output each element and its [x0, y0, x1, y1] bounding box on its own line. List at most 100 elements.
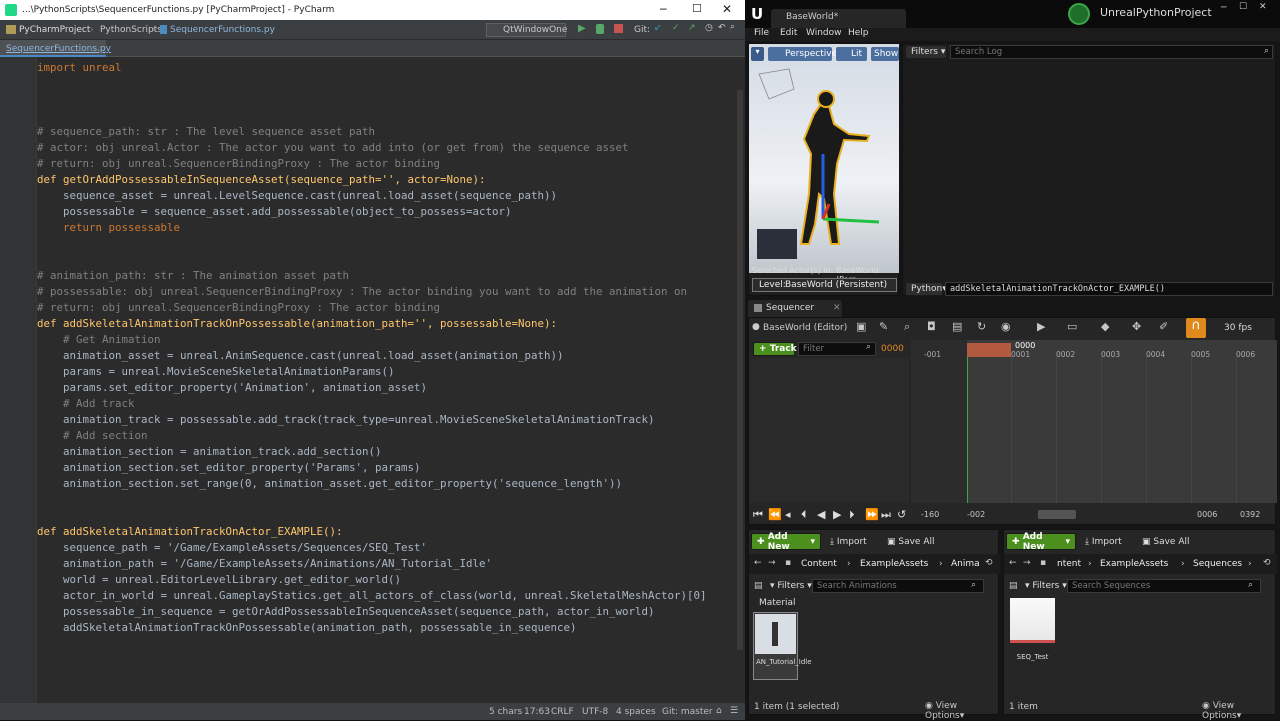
current-frame[interactable]: 0000 [881, 344, 904, 354]
run-icon[interactable]: ▶ [578, 23, 586, 34]
sequencer-close-icon[interactable]: ✕ [833, 303, 841, 313]
asset-search-input[interactable]: Search Animations [812, 579, 984, 593]
minimize-icon[interactable]: ─ [660, 3, 667, 16]
key-icon[interactable]: ◆ [1101, 320, 1109, 333]
code-line[interactable]: params.set_editor_property('Animation', … [37, 380, 427, 396]
import-button[interactable]: ⤓ Import [1080, 533, 1132, 550]
menu-file[interactable]: File [754, 28, 769, 38]
filters-button[interactable]: ▾ Filters ▾ [1020, 579, 1067, 593]
asset-tile-seq-test[interactable]: SEQ_Test [1010, 598, 1055, 661]
save-sequence-icon[interactable]: ▣ [856, 320, 866, 333]
edit-icon[interactable]: ✎ [879, 320, 888, 333]
status-encoding[interactable]: UTF-8 [582, 707, 608, 717]
forward-icon[interactable]: → [768, 558, 776, 568]
perspective-button[interactable]: Perspective [768, 47, 837, 61]
code-line[interactable]: animation_section.set_range(0, animation… [37, 476, 622, 492]
tree-toggle-icon[interactable]: ▤ [1009, 581, 1018, 591]
history-icon[interactable]: ◷ [705, 23, 713, 33]
loop-icon[interactable]: ↺ [897, 508, 906, 521]
code-line[interactable]: return possessable [37, 220, 180, 236]
jump-end-icon[interactable]: ⏭ [881, 508, 891, 522]
code-line[interactable]: # Add section [37, 428, 148, 444]
code-line[interactable]: def getOrAddPossessableInSequenceAsset(s… [37, 172, 486, 188]
viewport-options-icon[interactable]: ▾ [751, 47, 764, 61]
maximize-icon[interactable]: ☐ [692, 2, 702, 15]
ue-maximize-icon[interactable]: ☐ [1239, 2, 1247, 12]
forward-icon[interactable]: → [1023, 558, 1031, 568]
selection-icon[interactable]: ▭ [1067, 320, 1077, 333]
save-all-button[interactable]: ▣ Save All [1137, 533, 1197, 550]
back-icon[interactable]: ← [1009, 558, 1017, 568]
log-search-input[interactable]: Search Log [950, 45, 1273, 59]
menu-edit[interactable]: Edit [780, 28, 797, 38]
code-line[interactable]: def addSkeletalAnimationTrackOnPossessab… [37, 316, 557, 332]
breadcrumb-project[interactable]: PyCharmProject [19, 25, 90, 35]
level-tab[interactable]: BaseWorld* [771, 9, 906, 28]
code-line[interactable]: # return: obj unreal.SequencerBindingPro… [37, 300, 440, 316]
view-range-end[interactable]: 0392 [1240, 510, 1260, 519]
play-reverse-icon[interactable]: ◀ [817, 508, 825, 521]
code-line[interactable]: sequence_asset = unreal.LevelSequence.ca… [37, 188, 557, 204]
jump-prev-key-icon[interactable]: ⏪ [768, 508, 782, 521]
visibility-icon[interactable]: ◉ [1001, 320, 1011, 333]
menu-help[interactable]: Help [848, 28, 869, 38]
add-new-button[interactable]: ✚ Add New ▾ [751, 532, 821, 552]
asset-tile-an-tutorial-idle[interactable]: AN_Tutorial_Idle [753, 612, 812, 680]
code-line[interactable]: # possessable: obj unreal.SequencerBindi… [37, 284, 687, 300]
code-line[interactable]: addSkeletalAnimationTrackOnPossessable(a… [37, 620, 577, 636]
playback-range-start[interactable]: -002 [967, 510, 985, 519]
render-icon[interactable]: ▤ [952, 320, 962, 333]
ue-minimize-icon[interactable]: ─ [1221, 3, 1226, 13]
menu-window[interactable]: Window [806, 28, 842, 38]
code-line[interactable]: possessable_in_sequence = getOrAddPosses… [37, 604, 655, 620]
code-line[interactable]: animation_section = animation_track.add_… [37, 444, 382, 460]
world-context-label[interactable]: BaseWorld (Editor) [763, 323, 847, 333]
search-icon[interactable]: ⌕ [730, 22, 735, 32]
close-icon[interactable]: ✕ [722, 2, 732, 16]
import-button[interactable]: ⤓ Import [825, 533, 877, 550]
asset-search-input[interactable]: Search Sequences [1067, 579, 1261, 593]
code-line[interactable]: params = unreal.MovieSceneSkeletalAnimat… [37, 364, 395, 380]
code-line[interactable]: animation_track = possessable.add_track(… [37, 412, 655, 428]
step-forward-icon[interactable]: ⏵ [849, 508, 855, 522]
history-icon[interactable]: ⟲ [985, 558, 993, 568]
lock-icon[interactable]: ⌂ [716, 706, 722, 716]
curve-icon[interactable]: ✐ [1159, 320, 1168, 333]
code-line[interactable]: animation_section.set_editor_property('P… [37, 460, 421, 476]
code-line[interactable]: def addSkeletalAnimationTrackOnActor_EXA… [37, 524, 343, 540]
track-outliner[interactable] [749, 358, 909, 503]
fps-select[interactable]: 30 fps [1224, 323, 1252, 333]
play-icon[interactable]: ▶ [833, 508, 841, 521]
git-push-icon[interactable]: ↗ [688, 23, 696, 33]
path-sequences[interactable]: Sequences [1193, 559, 1242, 569]
code-line[interactable]: animation_path = '/Game/ExampleAssets/An… [37, 556, 492, 572]
code-line[interactable]: animation_asset = unreal.AnimSequence.ca… [37, 348, 564, 364]
code-line[interactable]: sequence_path = '/Game/ExampleAssets/Seq… [37, 540, 427, 556]
snap-icon[interactable]: ∩ [1186, 318, 1206, 338]
step-back-icon[interactable]: ◂ [785, 508, 791, 521]
transform-icon[interactable]: ✥ [1132, 320, 1141, 333]
history-icon[interactable]: ⟲ [1263, 558, 1271, 568]
playhead-region[interactable] [967, 343, 1011, 357]
refresh-icon[interactable]: ↻ [977, 320, 986, 333]
path-exampleassets[interactable]: ExampleAssets [1100, 559, 1168, 569]
editor-scrollbar[interactable] [736, 60, 744, 700]
code-line[interactable]: possessable = sequence_asset.add_possess… [37, 204, 512, 220]
add-track-button[interactable]: + Track ▾ [753, 342, 804, 356]
event-log-icon[interactable]: ☰ [730, 706, 738, 716]
filters-button[interactable]: ▾ Filters ▾ [765, 579, 812, 593]
sequencer-tab[interactable]: Sequencer ✕ [748, 300, 842, 317]
track-filter-input[interactable]: Filter [798, 342, 876, 356]
code-line[interactable]: # actor: obj unreal.Actor : The actor yo… [37, 140, 629, 156]
find-icon[interactable]: ⌕ [904, 320, 910, 334]
tree-toggle-icon[interactable]: ▤ [754, 581, 763, 591]
back-icon[interactable]: ← [754, 558, 762, 568]
jump-start-icon[interactable]: ⏮ [753, 508, 763, 522]
code-line[interactable]: # animation_path: str : The animation as… [37, 268, 349, 284]
code-line[interactable]: # return: obj unreal.SequencerBindingPro… [37, 156, 440, 172]
status-position[interactable]: 17:63 [524, 707, 550, 717]
show-button[interactable]: Show [871, 47, 899, 61]
camera-icon[interactable]: ◘ [927, 320, 936, 333]
stop-icon[interactable] [614, 24, 623, 33]
path-animations[interactable]: Anima [951, 559, 980, 569]
